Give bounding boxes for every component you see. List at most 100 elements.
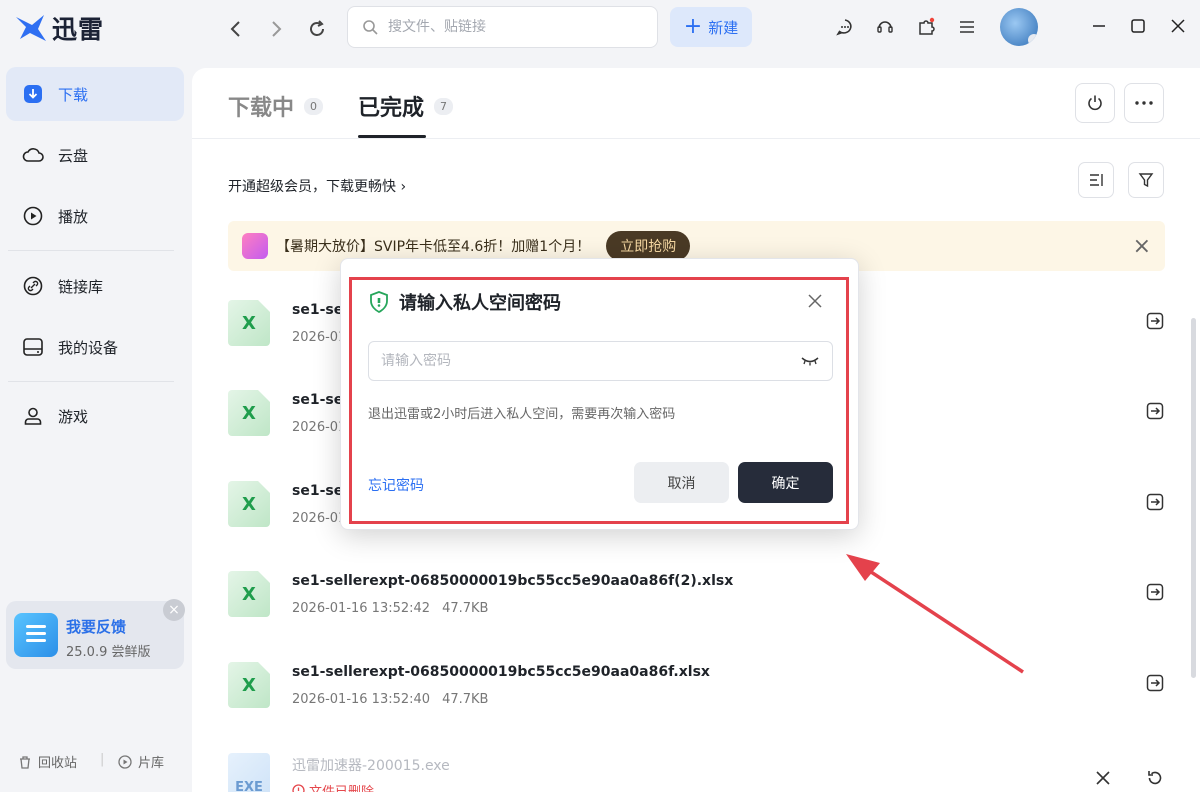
filter-icon — [1138, 173, 1154, 188]
more-horizontal-icon — [1135, 101, 1153, 105]
file-date: 2026-01 — [292, 420, 347, 435]
gift-icon — [242, 233, 268, 259]
password-field[interactable] — [368, 341, 833, 381]
message-button[interactable] — [833, 15, 857, 39]
sidebar-item-games[interactable]: 游戏 — [6, 389, 184, 443]
sidebar-item-cloud[interactable]: 云盘 — [6, 128, 184, 182]
power-button[interactable] — [1075, 83, 1115, 123]
close-window-button[interactable] — [1166, 14, 1190, 38]
menu-button[interactable] — [955, 15, 979, 39]
download-icon — [22, 83, 44, 105]
chevron-left-icon — [230, 21, 240, 37]
file-meta: 2026-01 — [292, 420, 346, 435]
headset-icon — [877, 21, 893, 33]
user-icon — [22, 405, 44, 427]
excel-file-icon: X — [228, 481, 270, 527]
play-circle-icon — [22, 205, 44, 227]
sidebar-divider — [8, 250, 174, 251]
dialog-close-icon[interactable] — [803, 289, 827, 313]
film-icon — [118, 754, 132, 769]
sidebar-item-download[interactable]: 下载 — [6, 67, 184, 121]
dialog-title-text: 请输入私人空间密码 — [399, 293, 561, 314]
more-options-button[interactable] — [1124, 83, 1164, 123]
recycle-bin-label: 回收站 — [38, 756, 78, 771]
sort-button[interactable] — [1078, 162, 1114, 198]
vip-promo-label: 开通超级会员，下载更畅快 — [228, 179, 396, 195]
file-meta: 2026-01-16 13:52:42 47.7KB — [292, 601, 488, 616]
open-file-button[interactable] — [1142, 398, 1168, 424]
link-icon — [22, 275, 44, 297]
eye-closed-icon[interactable] — [800, 355, 820, 367]
forward-button[interactable] — [263, 16, 289, 42]
tab-count-badge: 7 — [434, 97, 454, 115]
remove-record-button[interactable] — [1090, 765, 1116, 791]
tab-label: 下载中 — [228, 96, 295, 121]
file-deleted-status: 文件已删除 — [292, 781, 374, 792]
file-meta: 2026-01 — [292, 511, 346, 526]
open-folder-arrow-icon — [1146, 493, 1164, 511]
minimize-button[interactable] — [1087, 14, 1111, 38]
open-file-button[interactable] — [1142, 670, 1168, 696]
film-library-link[interactable]: 片库 — [118, 752, 164, 771]
list-item[interactable]: EXE 迅雷加速器-200015.exe 文件已删除 — [228, 753, 1168, 792]
dialog-title: 请输入私人空间密码 — [369, 289, 561, 315]
bottom-divider: | — [100, 752, 105, 767]
sidebar-item-label: 游戏 — [58, 407, 89, 426]
maximize-button[interactable] — [1126, 14, 1150, 38]
plugins-button[interactable] — [914, 15, 938, 39]
support-button[interactable] — [873, 15, 897, 39]
user-avatar[interactable] — [1000, 8, 1038, 46]
redownload-button[interactable] — [1142, 765, 1168, 791]
new-task-button[interactable]: + 新建 — [670, 7, 752, 47]
file-size: 47.7KB — [442, 692, 489, 707]
sidebar-item-play[interactable]: 播放 — [6, 189, 184, 243]
app-name: 迅雷 — [52, 15, 105, 44]
password-input[interactable] — [381, 353, 800, 369]
search-input[interactable] — [388, 19, 638, 35]
thunder-bird-icon — [16, 15, 46, 41]
tab-completed[interactable]: 已完成 7 — [358, 90, 454, 122]
tab-count-badge: 0 — [304, 97, 324, 115]
sidebar-item-label: 链接库 — [58, 277, 104, 296]
sidebar-item-my-devices[interactable]: 我的设备 — [6, 320, 184, 374]
film-library-label: 片库 — [138, 756, 165, 771]
feedback-document-icon — [14, 613, 58, 657]
warning-circle-icon — [292, 784, 305, 792]
app-logo: 迅雷 — [14, 10, 104, 46]
search-icon — [363, 20, 378, 35]
filter-button[interactable] — [1128, 162, 1164, 198]
search-box[interactable] — [347, 6, 658, 48]
sidebar-divider — [8, 381, 174, 382]
cloud-icon — [22, 144, 44, 166]
confirm-button[interactable]: 确定 — [738, 462, 833, 503]
refresh-button[interactable] — [304, 16, 330, 42]
open-folder-arrow-icon — [1146, 402, 1164, 420]
file-size: 47.7KB — [442, 601, 489, 616]
feedback-card[interactable]: 我要反馈 25.0.9 尝鲜版 × — [6, 599, 185, 669]
feedback-close-icon[interactable]: × — [163, 599, 185, 621]
retry-icon — [1148, 771, 1162, 785]
vip-promo-link[interactable]: 开通超级会员，下载更畅快 › — [228, 176, 406, 196]
excel-file-icon: X — [228, 662, 270, 708]
back-button[interactable] — [223, 16, 249, 42]
banner-close-icon[interactable]: × — [1133, 234, 1151, 259]
file-meta: 2026-01 — [292, 330, 346, 345]
tab-downloading[interactable]: 下载中 0 — [228, 90, 324, 122]
sidebar-item-link-library[interactable]: 链接库 — [6, 259, 184, 313]
feedback-title: 我要反馈 — [66, 618, 127, 636]
open-file-button[interactable] — [1142, 489, 1168, 515]
excel-file-icon: X — [228, 300, 270, 346]
open-file-button[interactable] — [1142, 308, 1168, 334]
file-name: se1-sellerexpt-06850000019bc55cc5e90aa0a… — [292, 573, 734, 589]
recycle-bin-link[interactable]: 回收站 — [18, 752, 77, 771]
scrollbar[interactable] — [1191, 318, 1196, 678]
chat-bubble-icon — [836, 19, 852, 36]
file-date: 2026-01-16 13:52:40 — [292, 692, 431, 707]
puzzle-icon — [919, 17, 935, 35]
banner-text: 【暑期大放价】SVIP年卡低至4.6折！加赠1个月！ — [276, 239, 591, 255]
buy-now-button[interactable]: 立即抢购 — [606, 231, 691, 261]
file-date: 2026-01 — [292, 330, 347, 345]
cancel-button[interactable]: 取消 — [634, 462, 729, 503]
forgot-password-link[interactable]: 忘记密码 — [368, 475, 424, 495]
open-file-button[interactable] — [1142, 579, 1168, 605]
